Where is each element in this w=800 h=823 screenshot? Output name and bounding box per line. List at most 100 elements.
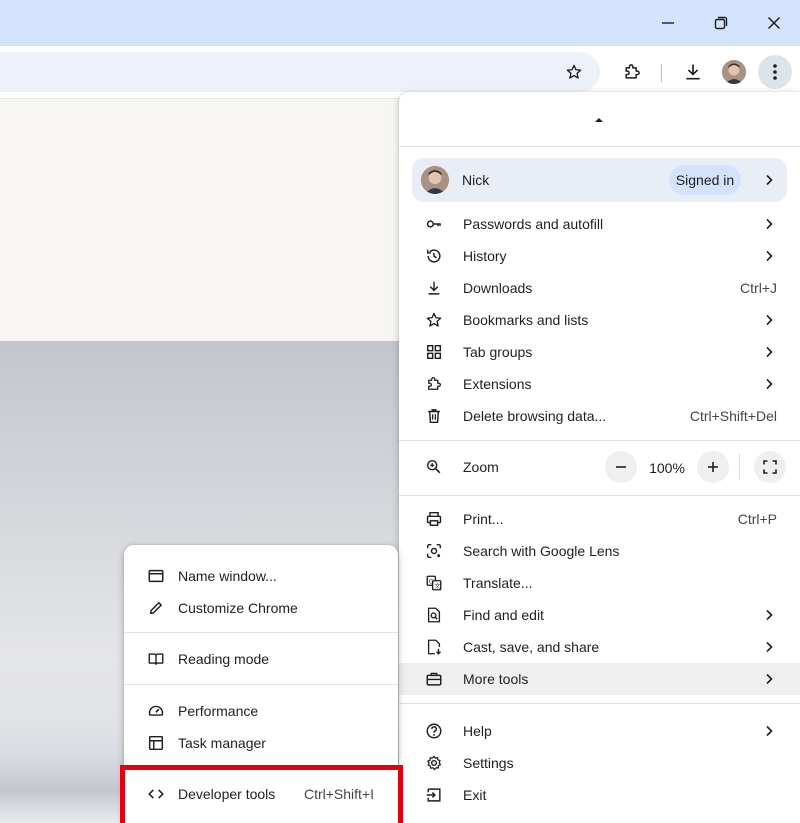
- fullscreen-icon: [763, 460, 777, 474]
- profile-button[interactable]: [717, 55, 751, 89]
- menu-item-label: Translate...: [463, 575, 533, 591]
- menu-item-label: History: [463, 248, 507, 264]
- shortcut-label: Ctrl+Shift+Del: [689, 408, 777, 424]
- trash-icon: [428, 409, 440, 424]
- zoom-out-button[interactable]: [605, 451, 637, 483]
- menu-item-exit[interactable]: Exit: [399, 779, 800, 811]
- chevron-right-icon: [766, 218, 773, 230]
- help-icon: [426, 723, 442, 739]
- menu-item-label: Search with Google Lens: [463, 543, 620, 559]
- menu-item-translate[interactable]: G文 Translate...: [399, 567, 800, 599]
- chevron-right-icon: [766, 314, 773, 326]
- menu-item-label: Extensions: [463, 376, 532, 392]
- menu-item-label: Downloads: [463, 280, 533, 296]
- zoom-in-button[interactable]: [697, 451, 729, 483]
- zoom-value: 100%: [649, 460, 685, 476]
- minimize-icon: [662, 22, 674, 24]
- chevron-right-icon: [766, 641, 773, 653]
- menu-item-help[interactable]: Help: [399, 715, 800, 747]
- svg-text:G: G: [429, 578, 434, 585]
- downloads-button[interactable]: [676, 55, 710, 89]
- chevron-right-icon: [766, 609, 773, 621]
- minus-icon: [616, 466, 626, 468]
- menu-item-history[interactable]: History: [399, 240, 800, 272]
- menu-item-label: Tab groups: [463, 344, 533, 360]
- menu-divider: [399, 703, 800, 704]
- chevron-right-icon: [766, 250, 773, 262]
- key-icon: [426, 220, 441, 228]
- menu-item-label: Exit: [463, 787, 487, 803]
- menu-item-label: Help: [463, 723, 492, 739]
- submenu-item-label: Performance: [178, 703, 259, 719]
- profile-name: Nick: [462, 172, 490, 188]
- chevron-right-icon: [766, 174, 773, 186]
- printer-icon: [426, 511, 442, 527]
- menu-item-extensions[interactable]: Extensions: [399, 368, 800, 400]
- puzzle-icon: [428, 377, 441, 390]
- chrome-menu-button[interactable]: [758, 55, 792, 89]
- history-icon: [426, 249, 441, 263]
- submenu-item-task-manager[interactable]: Task manager: [124, 727, 398, 759]
- zoom-divider: [739, 454, 740, 480]
- restore-icon: [714, 16, 728, 30]
- restore-button[interactable]: [701, 6, 741, 40]
- developer-tools-highlight: [120, 765, 403, 823]
- lens-icon: [426, 543, 442, 559]
- menu-item-label: More tools: [463, 671, 529, 687]
- exit-icon: [426, 788, 441, 802]
- menu-item-cast-save-share[interactable]: Cast, save, and share: [399, 631, 800, 663]
- download-icon: [686, 64, 700, 80]
- extensions-button[interactable]: [615, 55, 649, 89]
- menu-item-tab-groups[interactable]: Tab groups: [399, 336, 800, 368]
- menu-item-label: Find and edit: [463, 607, 544, 623]
- menu-item-label: Settings: [463, 755, 514, 771]
- task-manager-icon: [148, 735, 164, 751]
- shortcut-label: Ctrl+P: [737, 511, 777, 527]
- address-bar[interactable]: [0, 52, 600, 92]
- close-icon: [767, 16, 781, 30]
- chevron-right-icon: [766, 673, 773, 685]
- menu-divider: [399, 440, 800, 441]
- menu-item-delete-browsing-data[interactable]: Delete browsing data... Ctrl+Shift+Del: [399, 400, 800, 432]
- menu-item-more-tools[interactable]: More tools: [399, 663, 800, 695]
- shortcut-label: Ctrl+J: [740, 280, 777, 296]
- bookmark-star-button[interactable]: [557, 55, 591, 89]
- translate-icon: G文: [426, 575, 442, 591]
- plus-icon: [708, 462, 718, 472]
- submenu-item-reading-mode[interactable]: Reading mode: [124, 643, 398, 675]
- tab-groups-icon: [426, 344, 442, 360]
- menu-item-label: Print...: [463, 511, 504, 527]
- cast-save-icon: [427, 639, 441, 655]
- menu-item-passwords[interactable]: Passwords and autofill: [399, 208, 800, 240]
- title-bar: [0, 0, 800, 46]
- book-icon: [148, 653, 164, 666]
- menu-item-label: Passwords and autofill: [463, 216, 604, 232]
- chevron-right-icon: [766, 346, 773, 358]
- submenu-item-customize-chrome[interactable]: Customize Chrome: [124, 592, 398, 624]
- menu-item-settings[interactable]: Settings: [399, 747, 800, 779]
- star-icon: [566, 64, 582, 79]
- star-icon: [426, 312, 442, 327]
- signed-in-badge: Signed in: [669, 165, 741, 195]
- menu-item-downloads[interactable]: Downloads Ctrl+J: [399, 272, 800, 304]
- toolbox-icon: [426, 672, 442, 686]
- minimize-button[interactable]: [648, 6, 688, 40]
- menu-item-print[interactable]: Print... Ctrl+P: [399, 503, 800, 535]
- kebab-menu-icon: [773, 64, 777, 80]
- download-icon: [428, 281, 440, 295]
- menu-item-label: Bookmarks and lists: [463, 312, 589, 328]
- profile-row[interactable]: Nick Signed in: [412, 158, 787, 202]
- submenu-item-performance[interactable]: Performance: [124, 695, 398, 727]
- fullscreen-button[interactable]: [754, 451, 786, 483]
- close-window-button[interactable]: [754, 6, 794, 40]
- puzzle-icon: [625, 64, 640, 79]
- menu-item-bookmarks[interactable]: Bookmarks and lists: [399, 304, 800, 336]
- submenu-divider: [124, 684, 398, 685]
- menu-item-google-lens[interactable]: Search with Google Lens: [399, 535, 800, 567]
- submenu-item-name-window[interactable]: Name window...: [124, 560, 398, 592]
- submenu-item-label: Name window...: [178, 568, 277, 584]
- menu-item-find-and-edit[interactable]: Find and edit: [399, 599, 800, 631]
- browser-toolbar: [0, 46, 800, 98]
- caret-up-icon: [595, 118, 603, 122]
- submenu-divider: [124, 632, 398, 633]
